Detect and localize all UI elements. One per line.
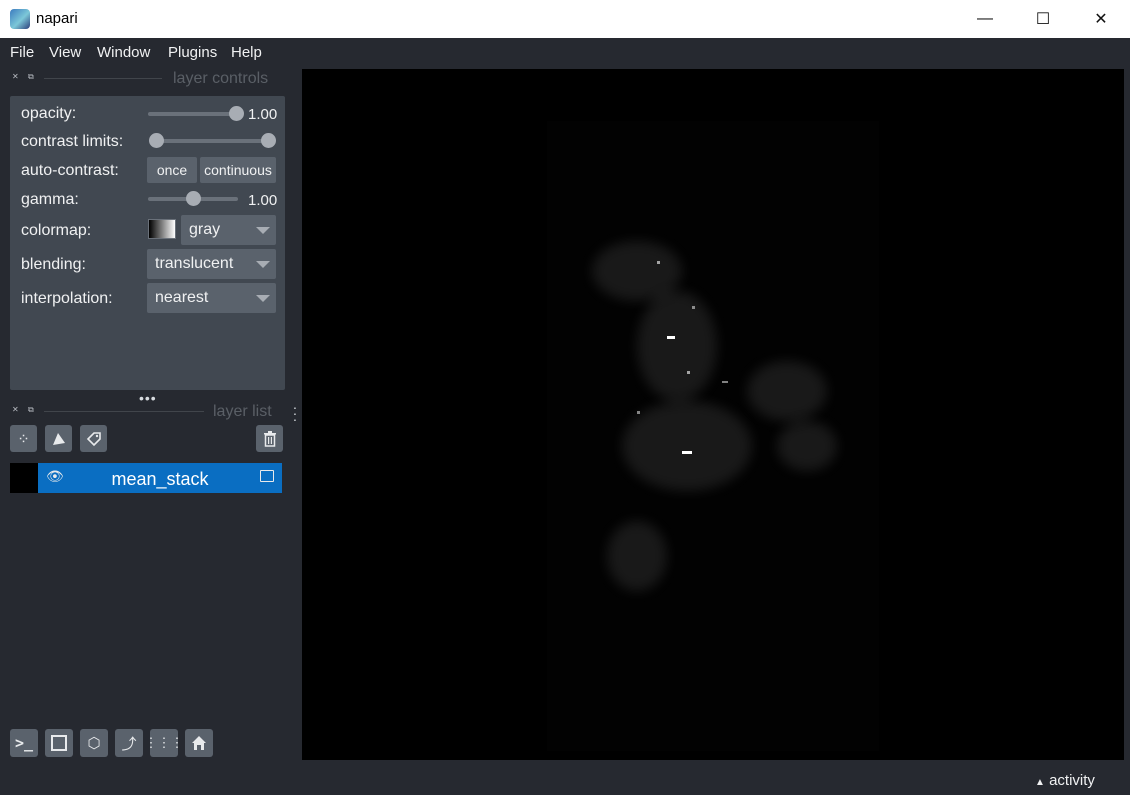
header-divider	[44, 78, 162, 79]
auto-contrast-continuous-button[interactable]: continuous	[200, 157, 276, 183]
chevron-down-icon	[256, 261, 270, 268]
bright-spot	[667, 336, 675, 339]
contrast-slider-track	[156, 139, 268, 143]
new-shapes-layer-button[interactable]	[45, 425, 72, 452]
opacity-label: opacity:	[21, 105, 77, 122]
cell-cluster	[747, 361, 827, 421]
chevron-down-icon	[256, 227, 270, 234]
contrast-limits-label: contrast limits:	[21, 133, 124, 150]
image-data-region	[547, 121, 879, 751]
cell-cluster	[607, 521, 667, 591]
bright-spot	[687, 371, 690, 374]
menu-bar: File View Window Plugins Help	[0, 38, 1130, 68]
bright-spot	[722, 381, 728, 383]
maximize-button[interactable]: ☐	[1014, 0, 1072, 38]
interpolation-dropdown[interactable]: nearest	[147, 283, 276, 313]
grid-icon: ⋮⋮⋮	[144, 735, 184, 750]
terminal-icon: >_	[14, 734, 34, 752]
layer-name[interactable]: mean_stack	[38, 469, 282, 490]
auto-contrast-once-button[interactable]: once	[147, 157, 197, 183]
close-dock-icon[interactable]: ✕	[12, 405, 21, 414]
delete-layer-button[interactable]	[256, 425, 283, 452]
interpolation-value: nearest	[155, 289, 209, 306]
bright-spot	[657, 261, 660, 264]
auto-contrast-label: auto-contrast:	[21, 162, 119, 179]
close-icon: ✕	[1094, 11, 1108, 28]
more-options-icon[interactable]: · · ·	[291, 400, 299, 426]
layer-list-header: ✕ ⧉ layer list	[10, 402, 282, 422]
interpolation-label: interpolation:	[21, 290, 113, 307]
blending-value: translucent	[155, 255, 234, 272]
minimize-icon: —	[977, 10, 993, 27]
layer-controls-header: ✕ ⧉ layer controls	[10, 69, 282, 89]
transpose-icon: ⤴	[121, 735, 137, 753]
float-dock-icon[interactable]: ⧉	[28, 405, 37, 414]
layer-item[interactable]: 👁 mean_stack	[10, 463, 282, 493]
transpose-button[interactable]: ⤴	[115, 729, 143, 757]
layer-controls-title: layer controls	[173, 70, 269, 87]
image-canvas[interactable]	[302, 69, 1124, 760]
image-icon	[260, 470, 274, 482]
colormap-dropdown[interactable]: gray	[181, 215, 276, 245]
blending-dropdown[interactable]: translucent	[147, 249, 276, 279]
blending-label: blending:	[21, 256, 86, 273]
maximize-icon: ☐	[1035, 11, 1051, 28]
minimize-button[interactable]: —	[956, 0, 1014, 38]
roll-dimensions-button[interactable]: ⬡	[80, 729, 108, 757]
cell-cluster	[622, 401, 752, 491]
close-button[interactable]: ✕	[1072, 0, 1130, 38]
bright-spot	[692, 306, 695, 309]
new-points-layer-button[interactable]: ⁘	[10, 425, 37, 452]
activity-button[interactable]: ▲ activity	[1035, 772, 1095, 789]
menu-help[interactable]: Help	[231, 44, 262, 61]
bright-spot	[682, 451, 692, 454]
home-icon	[192, 736, 206, 750]
gamma-label: gamma:	[21, 191, 79, 208]
float-dock-icon[interactable]: ⧉	[28, 72, 37, 81]
caret-up-icon: ▲	[1035, 777, 1045, 788]
menu-window[interactable]: Window	[97, 44, 150, 61]
gamma-value: 1.00	[248, 192, 278, 209]
layer-list-title: layer list	[213, 403, 272, 420]
activity-label: activity	[1049, 772, 1095, 789]
header-divider	[44, 411, 204, 412]
layer-thumbnail	[10, 463, 38, 493]
trash-icon	[263, 430, 276, 447]
close-dock-icon[interactable]: ✕	[12, 72, 21, 81]
label-tag-icon	[86, 431, 101, 446]
layer-item-selected[interactable]: 👁 mean_stack	[38, 463, 282, 493]
colormap-value: gray	[189, 221, 221, 238]
grid-view-button[interactable]: ⋮⋮⋮	[145, 729, 184, 757]
opacity-value: 1.00	[248, 106, 278, 123]
contrast-low-handle[interactable]	[149, 133, 164, 148]
ndisplay-button[interactable]	[45, 729, 73, 757]
console-button[interactable]: >_	[10, 729, 38, 757]
napari-logo-icon	[10, 9, 30, 29]
opacity-slider-track	[148, 112, 236, 116]
layer-controls-panel: opacity: 1.00 contrast limits: auto-cont…	[10, 96, 285, 390]
points-icon: ⁘	[17, 430, 30, 448]
cell-cluster	[777, 421, 837, 471]
colormap-preview-swatch	[148, 219, 176, 239]
new-labels-layer-button[interactable]	[80, 425, 107, 452]
chevron-down-icon	[256, 295, 270, 302]
cube-rotate-icon: ⬡	[87, 735, 101, 752]
menu-plugins[interactable]: Plugins	[168, 44, 217, 61]
title-bar: napari — ☐ ✕	[0, 0, 1130, 38]
menu-file[interactable]: File	[10, 44, 34, 61]
cell-cluster	[637, 291, 717, 401]
square-icon	[51, 735, 67, 751]
gamma-slider-handle[interactable]	[186, 191, 201, 206]
bright-spot	[637, 411, 640, 414]
shapes-icon	[52, 432, 65, 445]
colormap-label: colormap:	[21, 222, 92, 239]
contrast-high-handle[interactable]	[261, 133, 276, 148]
menu-view[interactable]: View	[49, 44, 81, 61]
reset-view-button[interactable]	[185, 729, 213, 757]
window-title: napari	[36, 10, 78, 27]
opacity-slider-handle[interactable]	[229, 106, 244, 121]
